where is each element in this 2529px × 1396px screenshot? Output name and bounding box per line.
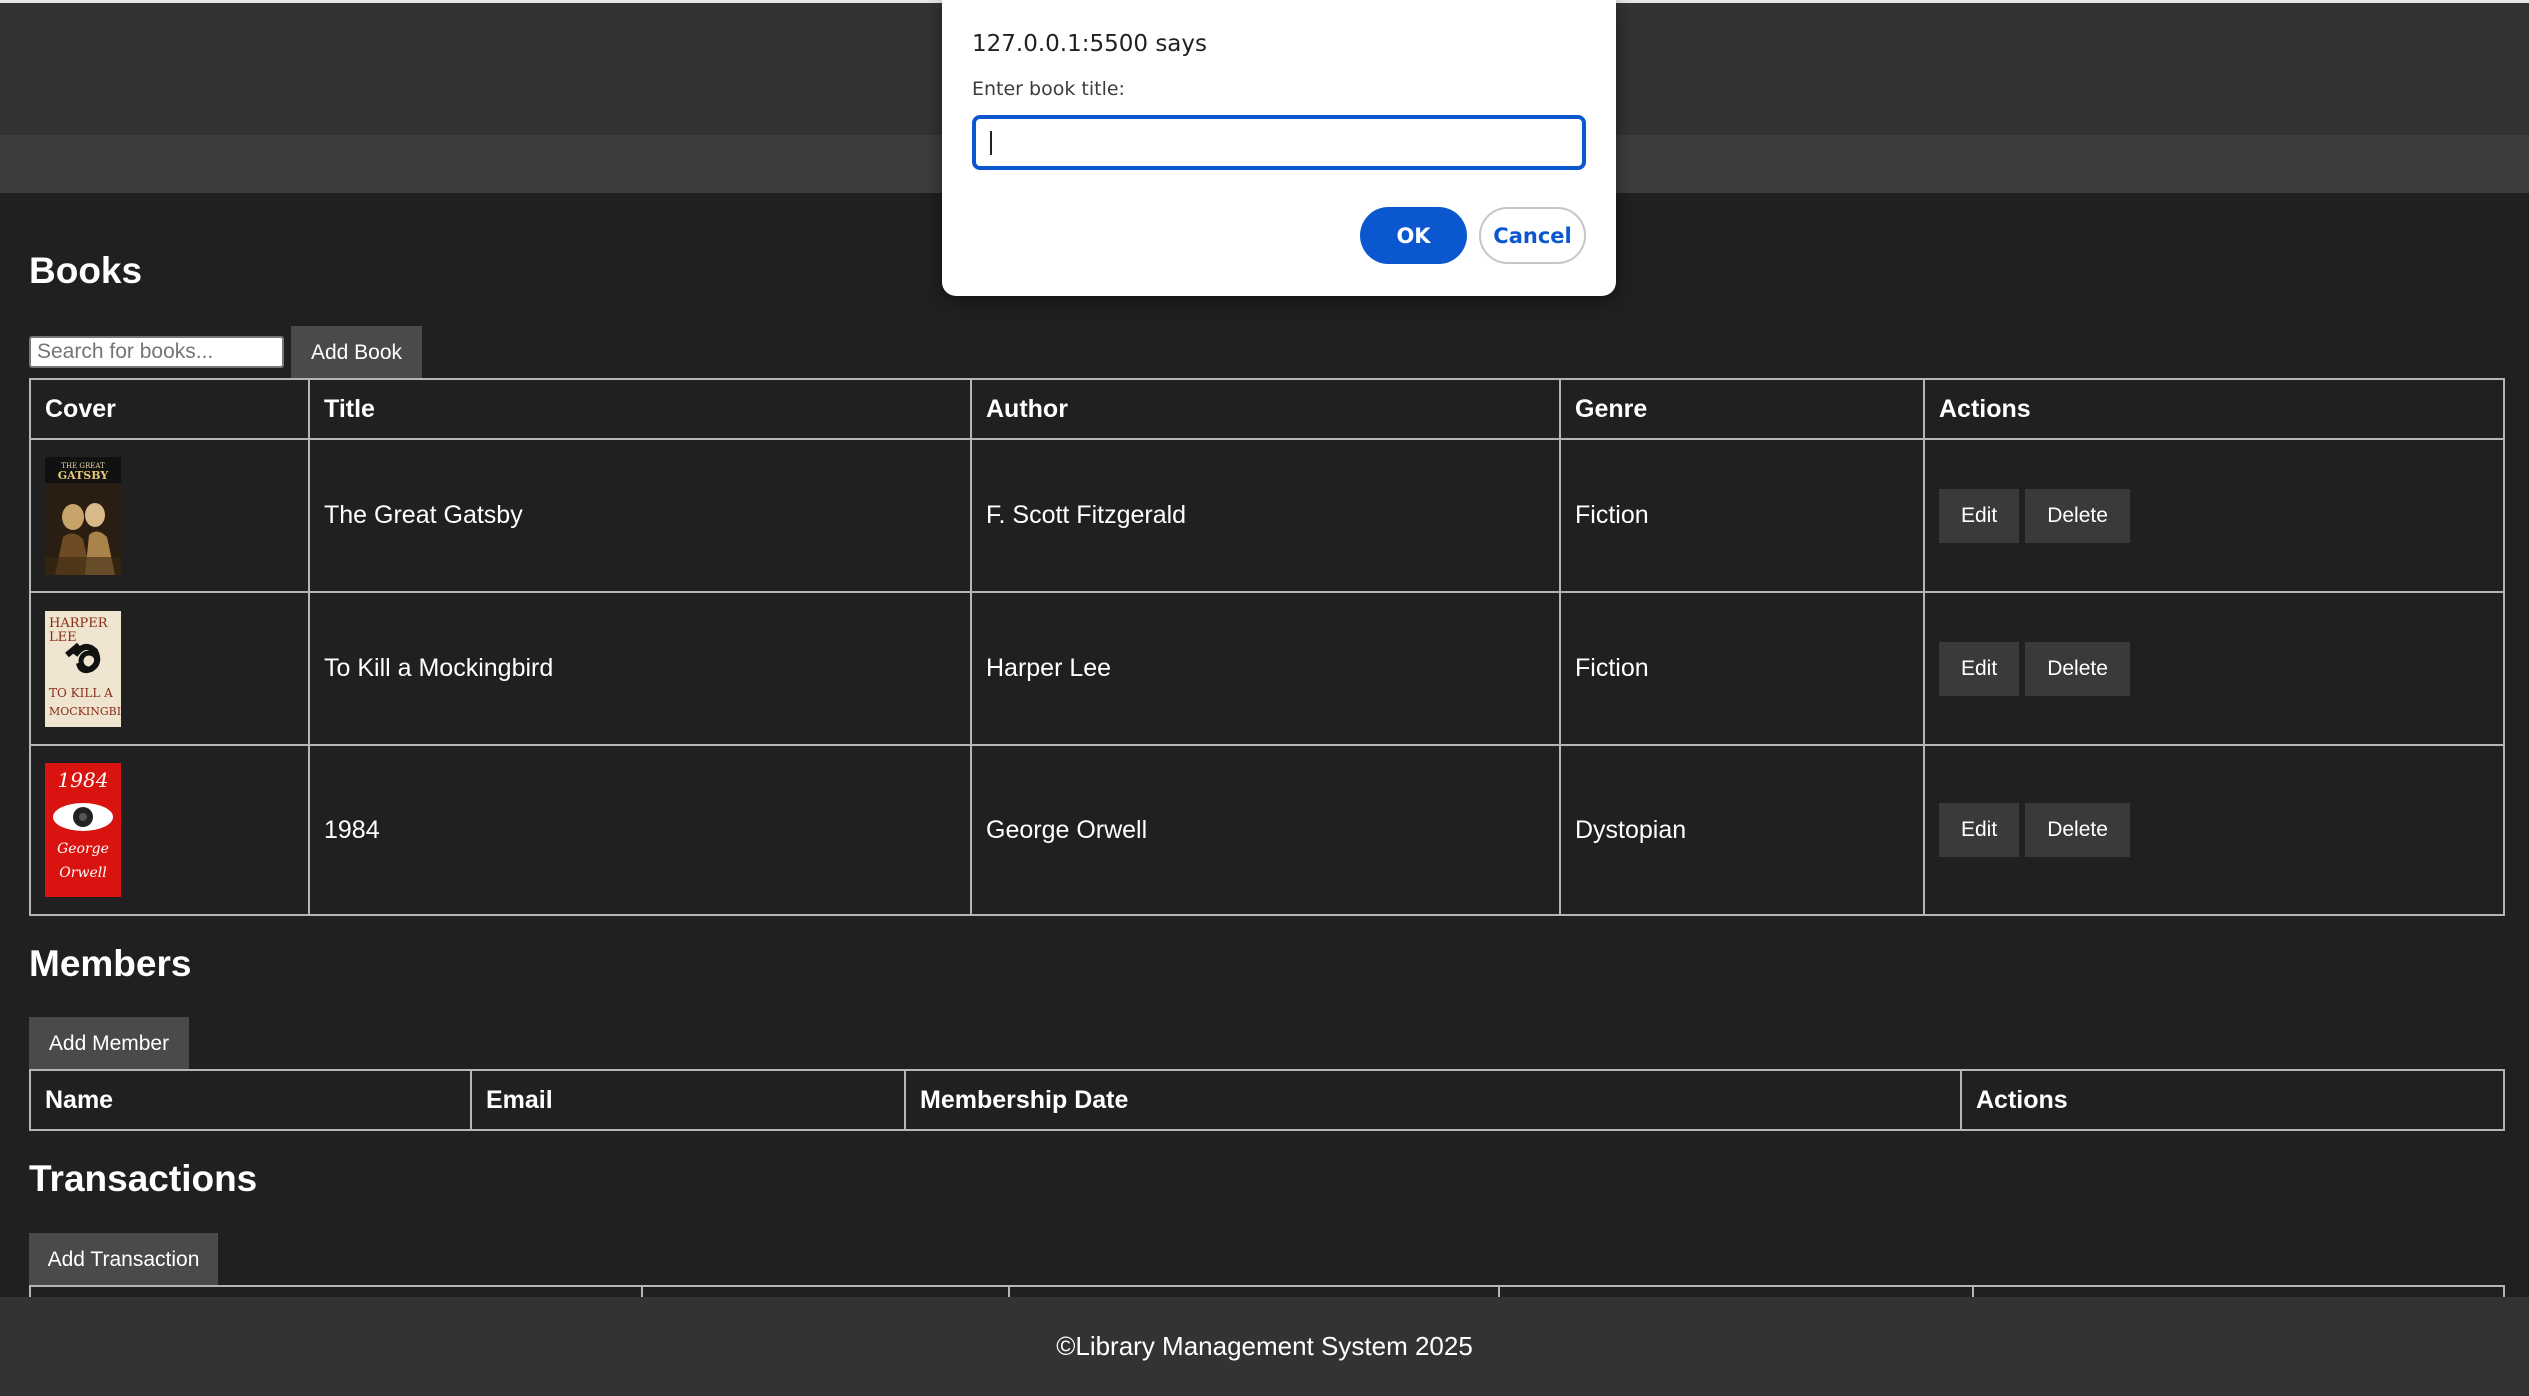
prompt-dialog: 127.0.0.1:5500 says Enter book title: OK… [942, 0, 1616, 296]
actions-cell: Edit Delete [1923, 744, 2505, 916]
cover-cell: 1984 George Orwell [29, 744, 310, 916]
books-heading: Books [29, 250, 143, 291]
edit-button[interactable]: Edit [1939, 803, 2020, 857]
dialog-title: 127.0.0.1:5500 says [972, 31, 1207, 57]
delete-button[interactable]: Delete [2025, 641, 2130, 696]
table-header-row: Name Email Membership Date Actions [29, 1069, 2505, 1131]
book-cover-1984: 1984 George Orwell [45, 763, 121, 897]
add-transaction-button[interactable]: Add Transaction [29, 1233, 218, 1286]
column-header-name: Name [29, 1069, 472, 1131]
column-header-actions: Actions [1960, 1069, 2505, 1131]
svg-text:Orwell: Orwell [59, 865, 106, 881]
cover-cell: HARPER LEE TO KILL A MOCKINGBIRD [29, 591, 310, 746]
members-table: Name Email Membership Date Actions [29, 1069, 2505, 1131]
actions-cell: Edit Delete [1923, 438, 2505, 593]
column-header-title: Title [308, 378, 972, 440]
column-header-genre: Genre [1559, 378, 1925, 440]
book-title-input[interactable] [972, 115, 1586, 170]
footer: ©Library Management System 2025 [0, 1297, 2529, 1396]
table-row: HARPER LEE TO KILL A MOCKINGBIRD To Kill… [29, 591, 2505, 746]
book-genre: Dystopian [1559, 744, 1925, 916]
svg-text:GATSBY: GATSBY [58, 469, 109, 482]
footer-text: ©Library Management System 2025 [1056, 1331, 1473, 1361]
actions-cell: Edit Delete [1923, 591, 2505, 746]
book-genre: Fiction [1559, 591, 1925, 746]
add-member-button[interactable]: Add Member [29, 1017, 189, 1070]
svg-text:MOCKINGBIRD: MOCKINGBIRD [49, 705, 121, 718]
book-title: To Kill a Mockingbird [308, 591, 972, 746]
column-header-cover: Cover [29, 378, 310, 440]
column-header-membership-date: Membership Date [904, 1069, 1962, 1131]
column-header-actions: Actions [1923, 378, 2505, 440]
cancel-button[interactable]: Cancel [1479, 207, 1586, 264]
book-title: The Great Gatsby [308, 438, 972, 593]
book-cover-mockingbird: HARPER LEE TO KILL A MOCKINGBIRD [45, 610, 121, 727]
svg-text:TO KILL A: TO KILL A [49, 686, 113, 700]
svg-text:1984: 1984 [58, 768, 109, 792]
dialog-message: Enter book title: [972, 78, 1125, 100]
text-caret [990, 131, 992, 155]
table-header-row: Cover Title Author Genre Actions [29, 378, 2505, 440]
transactions-heading: Transactions [29, 1158, 258, 1199]
table-row: 1984 George Orwell 1984 George Orwell Dy… [29, 744, 2505, 916]
edit-button[interactable]: Edit [1939, 488, 2020, 543]
book-search-input[interactable] [29, 336, 284, 368]
book-cover-great-gatsby: THE GREAT GATSBY [45, 456, 121, 575]
ok-button[interactable]: OK [1360, 207, 1467, 264]
delete-button[interactable]: Delete [2025, 488, 2130, 543]
edit-button[interactable]: Edit [1939, 641, 2020, 696]
delete-button[interactable]: Delete [2025, 803, 2130, 857]
svg-text:George: George [57, 841, 109, 857]
books-table: Cover Title Author Genre Actions THE GRE… [29, 378, 2505, 916]
cover-cell: THE GREAT GATSBY [29, 438, 310, 593]
book-author: Harper Lee [970, 591, 1561, 746]
book-title: 1984 [308, 744, 972, 916]
column-header-email: Email [470, 1069, 906, 1131]
svg-text:HARPER: HARPER [49, 616, 109, 631]
book-author: F. Scott Fitzgerald [970, 438, 1561, 593]
add-book-button[interactable]: Add Book [291, 326, 422, 379]
book-author: George Orwell [970, 744, 1561, 916]
members-heading: Members [29, 943, 192, 984]
book-genre: Fiction [1559, 438, 1925, 593]
table-row: THE GREAT GATSBY The Great Gatsby F. Sco… [29, 438, 2505, 593]
svg-text:LEE: LEE [49, 630, 77, 645]
column-header-author: Author [970, 378, 1561, 440]
transactions-table [29, 1285, 2505, 1299]
